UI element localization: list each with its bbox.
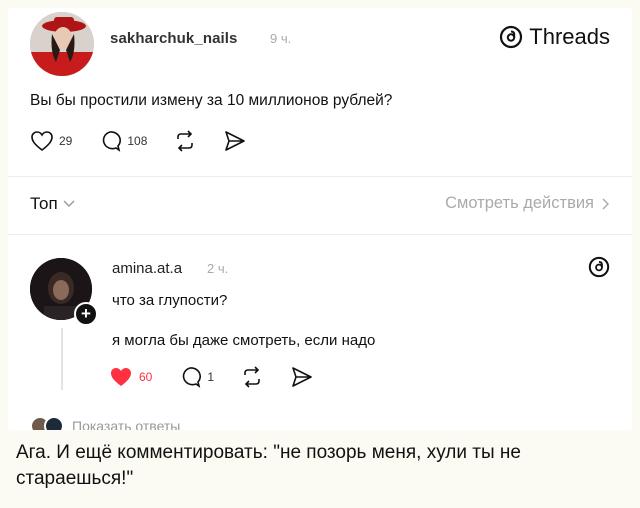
sort-label: Топ [30,194,58,213]
post-actions: 29 108 [30,130,273,152]
follow-plus-button[interactable]: + [74,302,98,326]
heart-filled-icon [111,368,131,386]
post-text: Вы бы простили измену за 10 миллионов ру… [30,92,393,109]
chevron-down-icon [63,200,75,207]
comment-icon [103,131,122,152]
reply-repost-button[interactable] [240,366,264,388]
chevron-right-icon [602,198,609,209]
view-activity-label: Смотреть действия [445,194,594,212]
reply-like-button[interactable]: 60 [108,366,152,388]
sort-dropdown[interactable]: Топ [30,194,75,214]
divider [8,176,632,177]
thread-line [61,328,63,390]
view-activity-link[interactable]: Смотреть действия [445,194,610,213]
post-time: 9 ч. [270,31,292,46]
reply-author-username[interactable]: amina.at.a [112,260,182,277]
show-replies-label: Показать ответы [72,418,181,430]
send-icon [225,131,246,151]
reply-comment-count: 1 [207,370,215,384]
repost-icon [244,366,260,388]
threads-icon [588,256,610,278]
reply-comment-button[interactable]: 1 [178,366,214,388]
replier-avatars [30,416,64,430]
reply-text-line: я могла бы даже смотреть, если надо [112,332,376,349]
send-icon [292,367,312,387]
reply-like-count: 60 [139,370,153,384]
post-like-button[interactable]: 29 [30,130,72,152]
post-comment-count: 108 [127,134,148,148]
post-comment-button[interactable]: 108 [98,130,147,152]
threads-icon [500,25,523,49]
threads-logo: Threads [499,24,610,50]
comment-icon [183,367,202,388]
post-author-username[interactable]: sakharchuk_nails [110,30,238,47]
repost-icon [177,130,194,152]
heart-icon [31,131,53,152]
post-repost-button[interactable] [173,130,197,152]
post-share-button[interactable] [223,130,247,152]
reply-author-avatar[interactable]: + [30,258,98,326]
show-replies-link[interactable]: Показать ответы [30,416,180,430]
post-author-avatar[interactable] [30,12,94,76]
caption-text: Ага. И ещё комментировать: "не позорь ме… [16,442,521,489]
reply-text-line: что за глупости? [112,292,228,309]
post-like-count: 29 [59,134,73,148]
divider [8,234,632,235]
threads-brand-name: Threads [529,24,610,49]
reply-share-button[interactable] [290,366,314,388]
reply-time: 2 ч. [207,261,229,276]
reply-actions: 60 1 [108,366,340,388]
threads-card: sakharchuk_nails 9 ч. Threads Вы бы прос… [8,8,632,430]
